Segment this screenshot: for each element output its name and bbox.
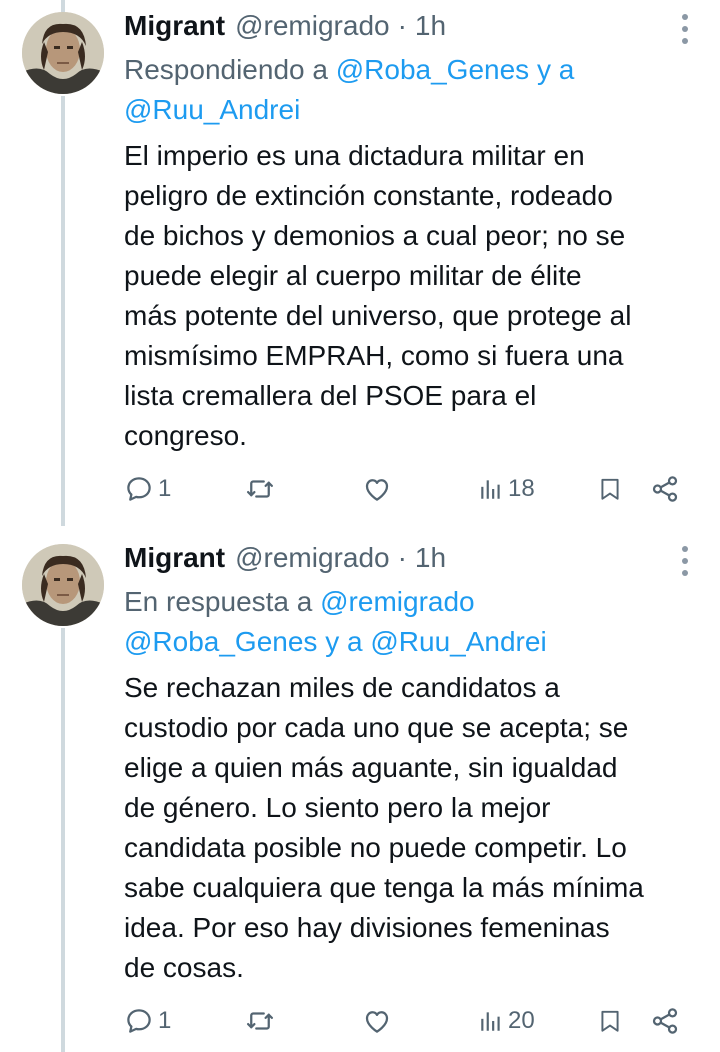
like-button[interactable]	[362, 469, 392, 509]
views-icon	[481, 1012, 500, 1031]
tweet-header: Migrant @remigrado · 1h	[124, 538, 446, 578]
reply-joiner[interactable]: y a	[317, 626, 370, 657]
tweet-text-line: de cosas.	[124, 952, 244, 983]
mention-link[interactable]: @Ruu_Andrei	[124, 94, 300, 125]
views-icon	[481, 480, 500, 499]
user-handle[interactable]: @remigrado	[235, 10, 389, 42]
tweet-text-line: custodio por cada uno que se acepta; se	[124, 712, 629, 743]
reply-count: 1	[158, 1007, 172, 1034]
bookmark-icon	[601, 478, 619, 500]
tweet-text-line: elige a quien más aguante, sin igualdad	[124, 752, 618, 783]
action-bar: 1 20	[0, 1001, 720, 1041]
more-icon[interactable]	[678, 546, 692, 576]
separator-dot: ·	[397, 542, 407, 573]
views-button[interactable]: 20	[478, 1001, 535, 1041]
tweet-text-line: puede elegir al cuerpo militar de élite	[124, 260, 582, 291]
user-handle[interactable]: @remigrado	[235, 542, 389, 574]
display-name[interactable]: Migrant	[124, 10, 225, 42]
retweet-button[interactable]	[244, 469, 276, 509]
more-icon[interactable]	[678, 14, 692, 44]
tweet-text-line: lista cremallera del PSOE para el	[124, 380, 537, 411]
separator-dot: ·	[397, 10, 407, 41]
reply-joiner[interactable]: y a	[529, 54, 574, 85]
like-icon	[365, 479, 389, 501]
mention-link[interactable]: @remigrado	[320, 586, 474, 617]
tweet-text-line: más potente del universo, que protege al	[124, 300, 632, 331]
retweet-icon	[247, 1012, 273, 1030]
timestamp[interactable]: 1h	[415, 542, 446, 574]
bookmark-icon	[601, 1010, 619, 1032]
reply-button[interactable]: 1	[124, 469, 171, 509]
mention-link[interactable]: @Roba_Genes	[124, 626, 317, 657]
reply-button[interactable]: 1	[124, 1001, 171, 1041]
share-button[interactable]	[650, 1001, 680, 1041]
like-button[interactable]	[362, 1001, 392, 1041]
reply-icon	[127, 477, 151, 501]
tweet-text: El imperio es una dictadura militar en pe…	[124, 136, 704, 456]
tweet-1[interactable]: Migrant @remigrado · 1h Respondiendo a @…	[0, 0, 720, 530]
share-icon	[652, 476, 678, 502]
tweet-header: Migrant @remigrado · 1h	[124, 6, 446, 46]
avatar[interactable]	[22, 12, 104, 94]
reply-context: Respondiendo a @Roba_Genes y a @Ruu_Andr…	[124, 50, 684, 130]
tweet-text-line: mismísimo EMPRAH, como si fuera una	[124, 340, 624, 371]
tweet-text-line: sabe cualquiera que tenga la más mínima	[124, 872, 644, 903]
timestamp[interactable]: 1h	[415, 10, 446, 42]
reply-prefix: Respondiendo a	[124, 54, 336, 85]
bookmark-button[interactable]	[597, 1001, 623, 1041]
tweet-text-line: candidata posible no puede competir. Lo	[124, 832, 627, 863]
share-icon	[652, 1008, 678, 1034]
tweet-text-line: idea. Por eso hay divisiones femeninas	[124, 912, 610, 943]
tweet-text: Se rechazan miles de candidatos a custodi…	[124, 668, 704, 988]
retweet-button[interactable]	[244, 1001, 276, 1041]
views-count: 20	[508, 1007, 535, 1034]
tweet-text-line: de género. Lo siento pero la mejor	[124, 792, 551, 823]
tweet-text-line: El imperio es una dictadura militar en	[124, 140, 585, 171]
bookmark-button[interactable]	[597, 469, 623, 509]
reply-prefix: En respuesta a	[124, 586, 321, 617]
views-button[interactable]: 18	[478, 469, 535, 509]
tweet-text-line: congreso.	[124, 420, 247, 451]
views-count: 18	[508, 475, 535, 502]
reply-count: 1	[158, 475, 172, 502]
like-icon	[365, 1011, 389, 1033]
tweet-2[interactable]: Migrant @remigrado · 1h En respuesta a @…	[0, 532, 720, 1052]
reply-icon	[127, 1009, 151, 1033]
reply-context: En respuesta a @remigrado @Roba_Genes y …	[124, 582, 684, 662]
tweet-text-line: peligro de extinción constante, rodeado	[124, 180, 613, 211]
retweet-icon	[247, 480, 273, 498]
mention-link[interactable]: @Roba_Genes	[336, 54, 529, 85]
mention-link[interactable]: @Ruu_Andrei	[370, 626, 546, 657]
tweet-text-line: Se rechazan miles de candidatos a	[124, 672, 560, 703]
share-button[interactable]	[650, 469, 680, 509]
action-bar: 1 18	[0, 469, 720, 509]
avatar[interactable]	[22, 544, 104, 626]
tweet-text-line: de bichos y demonios a cual peor; no se	[124, 220, 626, 251]
display-name[interactable]: Migrant	[124, 542, 225, 574]
